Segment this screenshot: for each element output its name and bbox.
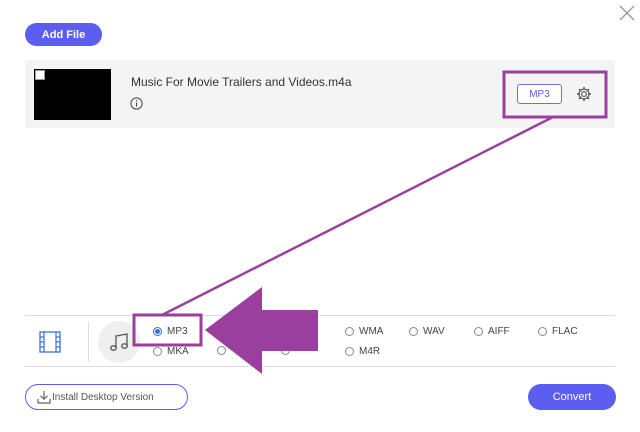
annotation-line [161,115,554,317]
broken-image-icon [35,70,45,80]
music-note-icon [110,333,128,351]
add-file-button[interactable]: Add File [25,23,102,46]
radio-button[interactable] [153,327,162,336]
download-icon [37,391,51,404]
format-option-mka[interactable]: MKA [153,346,189,357]
convert-button[interactable]: Convert [528,384,616,410]
tab-divider [88,322,89,362]
format-option-aiff[interactable]: AIFF [474,326,510,337]
format-option-m4r[interactable]: M4R [345,346,380,357]
audio-format-tab[interactable] [98,321,140,363]
format-option-flac[interactable]: FLAC [538,326,578,337]
output-format-button[interactable]: MP3 [517,84,562,104]
radio-button[interactable] [217,346,226,355]
close-icon[interactable] [618,4,636,22]
radio-button[interactable] [409,327,418,336]
file-thumbnail [34,69,111,120]
radio-button[interactable] [474,327,483,336]
radio-button[interactable] [345,347,354,356]
format-option-wav[interactable]: WAV [409,326,445,337]
video-format-tab-icon[interactable] [39,331,61,353]
format-option-hidden-2[interactable] [281,346,295,355]
radio-button[interactable] [281,346,290,355]
format-option-hidden-1[interactable] [217,346,231,355]
format-option-wma[interactable]: WMA [345,326,383,337]
file-name: Music For Movie Trailers and Videos.m4a [131,75,352,89]
radio-button[interactable] [345,327,354,336]
radio-button[interactable] [153,347,162,356]
format-option-mp3[interactable]: MP3 [153,326,188,337]
info-icon[interactable] [130,97,143,110]
install-desktop-button[interactable]: Install Desktop Version [25,384,188,410]
file-row: Music For Movie Trailers and Videos.m4a … [25,60,615,128]
format-panel: MP3 WMA WAV AIFF FLAC MKA M4R [25,315,615,367]
radio-button[interactable] [538,327,547,336]
settings-gear-icon[interactable] [576,86,592,102]
